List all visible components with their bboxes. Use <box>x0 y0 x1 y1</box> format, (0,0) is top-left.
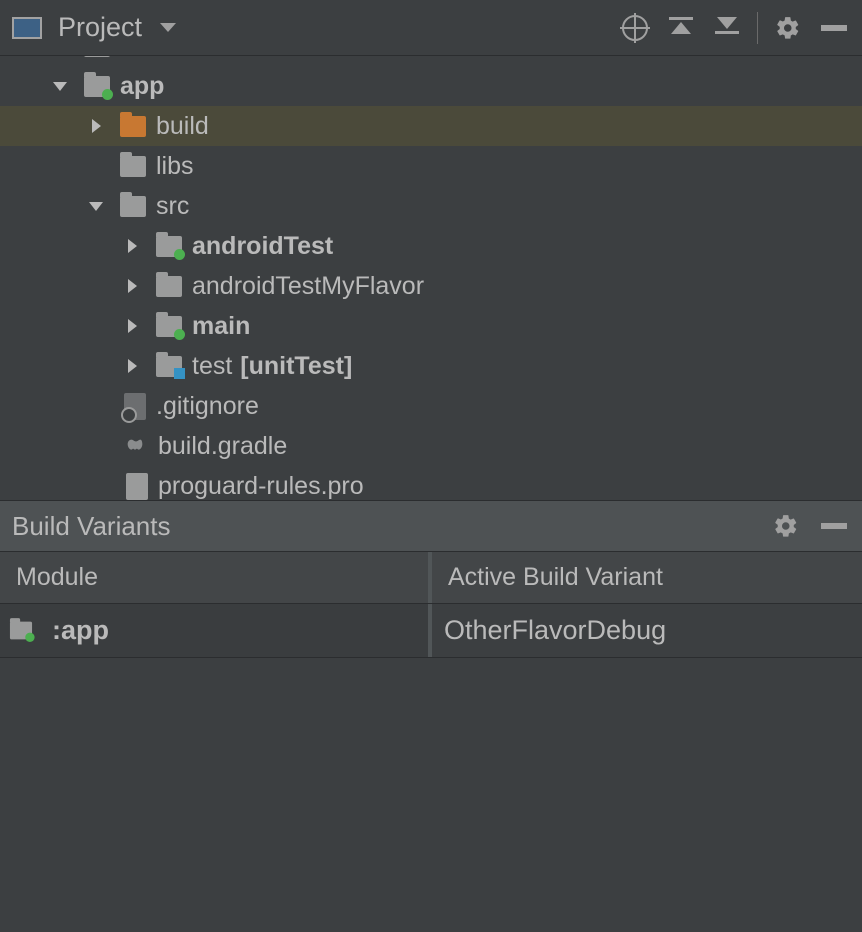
tree-item-proguard[interactable]: proguard-rules.pro <box>0 466 862 500</box>
build-folder-icon <box>120 116 146 137</box>
project-toolbar: Project <box>0 0 862 56</box>
expand-toggle[interactable] <box>122 319 142 333</box>
tree-item-main[interactable]: main <box>0 306 862 346</box>
expand-toggle[interactable] <box>50 82 70 91</box>
module-cell[interactable]: :app <box>0 604 432 657</box>
column-label: Module <box>16 563 98 592</box>
expand-toggle[interactable] <box>86 119 106 133</box>
tree-item-label: build <box>156 112 209 141</box>
chevron-down-icon <box>160 23 176 32</box>
tree-item-gitignore[interactable]: .gitignore <box>0 386 862 426</box>
tree-item-src[interactable]: src <box>0 186 862 226</box>
locate-target-button[interactable] <box>619 12 651 44</box>
tree-item-label: test <box>192 352 232 381</box>
build-variants-settings-button[interactable] <box>770 510 802 542</box>
build-variants-empty-area <box>0 658 862 930</box>
tree-item-label: proguard-rules.pro <box>158 472 364 501</box>
file-icon <box>126 473 148 500</box>
expand-up-icon <box>668 17 694 39</box>
collapse-down-icon <box>714 17 740 39</box>
tree-item-build[interactable]: build <box>0 106 862 146</box>
column-module[interactable]: Module <box>0 552 432 603</box>
toolbar-divider <box>757 12 758 44</box>
project-tree: .idea app build libs src androidTest <box>0 56 862 500</box>
gear-icon <box>773 513 799 539</box>
module-folder-icon <box>84 76 110 97</box>
tree-item-libs[interactable]: libs <box>0 146 862 186</box>
tree-item-label: androidTest <box>192 232 333 261</box>
source-folder-icon <box>156 236 182 257</box>
folder-icon <box>120 196 146 217</box>
minimize-icon <box>821 25 847 31</box>
expand-toggle[interactable] <box>122 279 142 293</box>
tree-item-label: main <box>192 312 250 341</box>
module-folder-icon <box>10 622 32 640</box>
tree-item-label: app <box>120 72 164 101</box>
expand-toggle[interactable] <box>122 359 142 373</box>
expand-toggle[interactable] <box>122 239 142 253</box>
build-variants-title: Build Variants <box>12 511 171 542</box>
gitignore-file-icon <box>124 393 146 420</box>
tree-item-suffix: [unitTest] <box>240 352 352 381</box>
column-label: Active Build Variant <box>448 563 663 592</box>
variant-name: OtherFlavorDebug <box>444 615 666 646</box>
tree-item-label: libs <box>156 152 194 181</box>
tree-item-androidtest[interactable]: androidTest <box>0 226 862 266</box>
settings-button[interactable] <box>772 12 804 44</box>
tree-item-label: build.gradle <box>158 432 287 461</box>
project-selector[interactable]: Project <box>12 12 176 43</box>
project-title: Project <box>58 12 142 43</box>
collapse-all-button[interactable] <box>711 12 743 44</box>
gear-icon <box>775 15 801 41</box>
tree-item-buildgradle[interactable]: build.gradle <box>0 426 862 466</box>
tree-item-label: .idea <box>120 56 177 61</box>
tree-item-label: src <box>156 192 189 221</box>
hide-panel-button[interactable] <box>818 12 850 44</box>
tree-item-test[interactable]: test [unitTest] <box>0 346 862 386</box>
tree-item-app[interactable]: app <box>0 66 862 106</box>
project-view-icon <box>12 17 42 39</box>
tree-item-idea[interactable]: .idea <box>0 56 862 66</box>
column-active-variant[interactable]: Active Build Variant <box>432 552 862 603</box>
tree-item-androidtestmyflavor[interactable]: androidTestMyFlavor <box>0 266 862 306</box>
tree-item-label: androidTestMyFlavor <box>192 272 424 301</box>
folder-icon <box>84 56 110 57</box>
gradle-file-icon <box>120 435 150 457</box>
target-icon <box>622 15 648 41</box>
folder-icon <box>120 156 146 177</box>
expand-toggle[interactable] <box>86 202 106 211</box>
folder-icon <box>156 276 182 297</box>
tree-item-label: .gitignore <box>156 392 259 421</box>
expand-all-button[interactable] <box>665 12 697 44</box>
build-variants-row[interactable]: :app OtherFlavorDebug <box>0 604 862 658</box>
test-folder-icon <box>156 356 182 377</box>
hide-build-variants-button[interactable] <box>818 510 850 542</box>
module-name: :app <box>52 615 109 646</box>
variant-cell[interactable]: OtherFlavorDebug <box>432 604 862 657</box>
build-variants-header: Build Variants <box>0 500 862 552</box>
build-variants-columns: Module Active Build Variant <box>0 552 862 604</box>
minimize-icon <box>821 523 847 529</box>
source-folder-icon <box>156 316 182 337</box>
